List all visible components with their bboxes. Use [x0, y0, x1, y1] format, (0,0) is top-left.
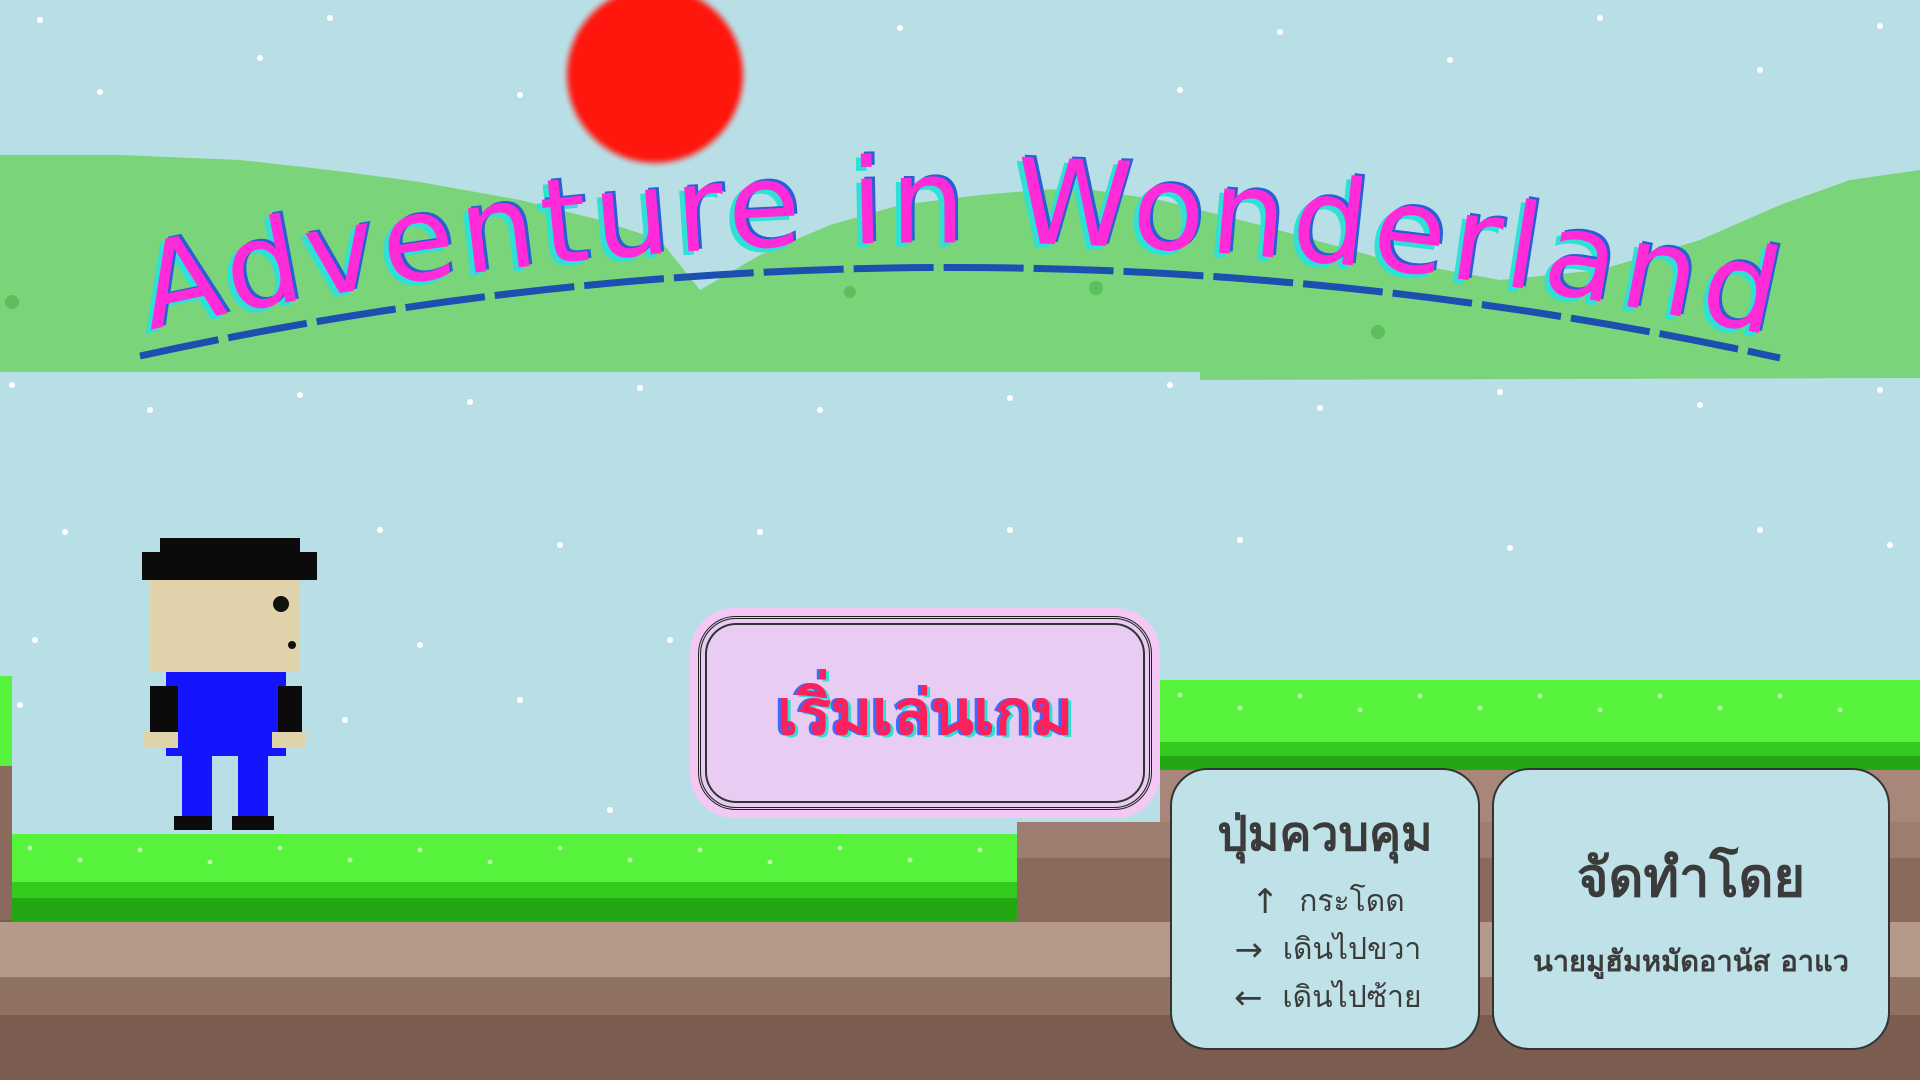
title-main: Adventure in Wonderland — [127, 132, 1798, 363]
player-hand-right — [272, 732, 306, 748]
player-arm-right — [278, 686, 302, 734]
credits-author: นายมูฮัมหมัดอานัส อาแว — [1532, 944, 1850, 978]
start-game-button[interactable]: เริ่มเล่นเกม — [690, 608, 1160, 818]
player-hand-left — [144, 732, 178, 748]
player-foot-left — [174, 816, 212, 830]
grass-stripe — [1160, 742, 1920, 756]
grass-stripe — [12, 882, 1017, 898]
player-hat-top — [160, 538, 300, 554]
grass-stripe — [12, 898, 1017, 922]
credits-title: จัดทำโดย — [1576, 846, 1806, 909]
ground-edge — [0, 676, 12, 766]
control-row-left: ← เดินไปซ้าย — [1228, 974, 1421, 1022]
control-label-left: เดินไปซ้าย — [1282, 980, 1422, 1015]
player-head — [150, 580, 300, 672]
arrow-right-icon: → — [1234, 930, 1263, 970]
controls-panel: ปุ่มควบคุม ↑ กระโดด → เดินไปขวา ← เดินไป… — [1170, 768, 1480, 1050]
player-body — [166, 672, 286, 756]
game-title: Adventure in Wonderland Adventure in Won… — [122, 130, 1798, 367]
control-row-jump: ↑ กระโดด — [1245, 878, 1405, 926]
player-foot-right — [232, 816, 274, 830]
arrow-up-icon: ↑ — [1251, 882, 1280, 922]
player-leg-left — [182, 756, 212, 818]
title-main-text: Adventure in Wonderland — [127, 132, 1792, 363]
start-game-button-frame[interactable]: เริ่มเล่นเกม — [698, 616, 1152, 810]
player-eye — [273, 596, 289, 612]
arrow-left-icon: ← — [1234, 978, 1263, 1018]
ground-edge — [0, 766, 12, 926]
player-arm-left — [150, 686, 178, 734]
control-label-jump: กระโดด — [1299, 884, 1405, 919]
control-row-right: → เดินไปขวา — [1229, 926, 1422, 974]
player-mouth — [288, 641, 296, 649]
control-label-right: เดินไปขวา — [1282, 932, 1422, 967]
credits-panel: จัดทำโดย นายมูฮัมหมัดอานัส อาแว — [1492, 768, 1890, 1050]
player-leg-right — [238, 756, 268, 818]
controls-title: ปุ่มควบคุม — [1217, 806, 1433, 862]
player-hat-brim — [142, 552, 317, 580]
start-game-label: เริ่มเล่นเกม — [776, 676, 1074, 749]
game-scene: Adventure in Wonderland Adventure in Won… — [0, 0, 1920, 1080]
